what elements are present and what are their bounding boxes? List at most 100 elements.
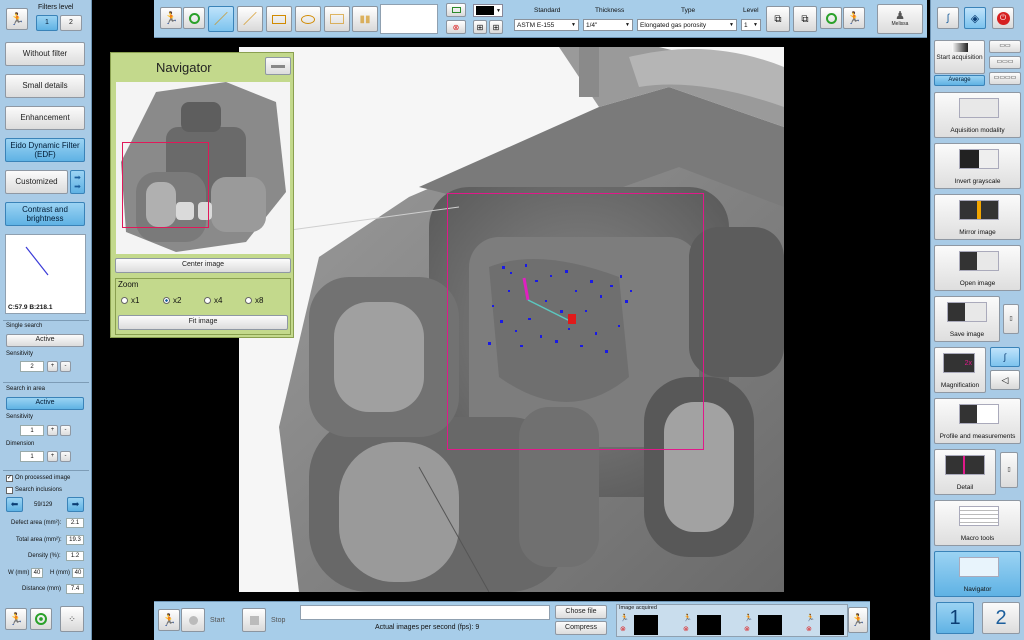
text-tool-button[interactable] bbox=[324, 6, 350, 32]
acquired-thumb-3[interactable] bbox=[758, 615, 782, 635]
edf-button[interactable]: Eido Dynamic Filter (EDF) bbox=[5, 138, 85, 162]
save-image-button[interactable]: Save image bbox=[934, 296, 1000, 342]
camera-button[interactable] bbox=[446, 3, 466, 17]
without-filter-button[interactable]: Without filter bbox=[5, 42, 85, 66]
target-button[interactable] bbox=[30, 608, 52, 630]
area-sensitivity-down-button[interactable]: - bbox=[60, 425, 71, 436]
profile-measurements-button[interactable]: Profile and measurements bbox=[934, 398, 1021, 444]
search-inclusions-checkbox[interactable] bbox=[6, 487, 13, 494]
navigator-button[interactable]: Navigator bbox=[934, 551, 1021, 597]
customized-button[interactable]: Customized bbox=[5, 170, 68, 194]
acq-mode-2-button[interactable]: ▭▭▭ bbox=[989, 56, 1021, 69]
customized-arrows-button[interactable]: ➡ ➡ bbox=[70, 170, 85, 194]
standard-select[interactable]: ASTM E-155 ▼ bbox=[514, 19, 579, 31]
zoom-x4-radio[interactable]: x4 bbox=[204, 296, 222, 305]
color-picker[interactable]: ▼ bbox=[473, 4, 503, 17]
dimension-up-button[interactable]: + bbox=[47, 451, 58, 462]
filter-level-1-button[interactable]: 1 bbox=[36, 15, 58, 31]
close-thumb-3-icon[interactable]: ⊗ bbox=[744, 625, 750, 633]
layout-button-1[interactable]: ⧉ bbox=[766, 6, 790, 32]
zoom-x2-radio[interactable]: x2 bbox=[163, 296, 181, 305]
contrast-curve-preview[interactable]: C:57.9 B:218.1 bbox=[5, 234, 86, 314]
acq-mode-1-button[interactable]: ▭▭ bbox=[989, 40, 1021, 53]
enhancement-button[interactable]: Enhancement bbox=[5, 106, 85, 130]
small-details-button[interactable]: Small details bbox=[5, 74, 85, 98]
run-right-button[interactable]: 🏃 bbox=[843, 7, 865, 29]
line2-tool-button[interactable]: ／ bbox=[237, 6, 263, 32]
contrast-brightness-button[interactable]: Contrast and brightness bbox=[5, 202, 85, 226]
area-sensitivity-up-button[interactable]: + bbox=[47, 425, 58, 436]
chose-file-button[interactable]: Chose file bbox=[555, 605, 607, 619]
settings-button[interactable]: ◈ bbox=[964, 7, 986, 29]
zoom-x1-radio[interactable]: x1 bbox=[121, 296, 139, 305]
user-button[interactable]: ♟ Melissa bbox=[877, 4, 923, 34]
on-processed-checkbox[interactable]: ✓ bbox=[6, 475, 13, 482]
navigator-viewport-rect[interactable] bbox=[122, 142, 209, 228]
single-search-active-button[interactable]: Active bbox=[6, 334, 84, 347]
single-sensitivity-down-button[interactable]: - bbox=[60, 361, 71, 372]
acquired-thumb-1[interactable] bbox=[634, 615, 658, 635]
single-sensitivity-value[interactable]: 2 bbox=[20, 361, 44, 372]
macro-tools-button[interactable]: Macro tools bbox=[934, 500, 1021, 546]
run-thumb-2-icon[interactable]: 🏃 bbox=[683, 614, 692, 622]
run-thumb-4-icon[interactable]: 🏃 bbox=[806, 614, 815, 622]
acq-mode-3-button[interactable]: ▭▭▭▭ bbox=[989, 72, 1021, 85]
close-thumb-2-icon[interactable]: ⊗ bbox=[683, 625, 689, 633]
curve-edit-button[interactable]: ∫ bbox=[937, 7, 959, 29]
dimension-down-button[interactable]: - bbox=[60, 451, 71, 462]
center-image-button[interactable]: Center image bbox=[115, 258, 291, 273]
page-2-button[interactable]: 2 bbox=[982, 602, 1020, 634]
run-thumb-1-icon[interactable]: 🏃 bbox=[620, 614, 629, 622]
invert-grayscale-button[interactable]: Invert grayscale bbox=[934, 143, 1021, 189]
magnification-curve-button[interactable]: ∫ bbox=[990, 347, 1020, 367]
record-button[interactable] bbox=[181, 608, 205, 632]
run-left-bottom-button[interactable]: 🏃 bbox=[5, 608, 27, 630]
run-bottom-right-button[interactable]: 🏃 bbox=[848, 607, 868, 633]
fit-image-button[interactable]: Fit image bbox=[118, 315, 288, 330]
navigator-thumbnail[interactable] bbox=[116, 82, 290, 254]
navigator-minimize-button[interactable] bbox=[265, 57, 291, 75]
thickness-select[interactable]: 1/4" ▼ bbox=[583, 19, 633, 31]
stop-button[interactable] bbox=[242, 608, 266, 632]
acquired-thumb-2[interactable] bbox=[697, 615, 721, 635]
mirror-image-button[interactable]: Mirror image bbox=[934, 194, 1021, 240]
filter-level-2-button[interactable]: 2 bbox=[60, 15, 82, 31]
acquired-thumb-4[interactable] bbox=[820, 615, 844, 635]
target-top-button[interactable] bbox=[183, 7, 205, 29]
run-thumb-3-icon[interactable]: 🏃 bbox=[744, 614, 753, 622]
average-button[interactable]: Average bbox=[934, 75, 985, 86]
ellipse-tool-button[interactable] bbox=[295, 6, 321, 32]
area-search-active-button[interactable]: Active bbox=[6, 397, 84, 410]
grid-large-button[interactable]: ⊞ bbox=[489, 20, 503, 34]
close-thumb-1-icon[interactable]: ⊗ bbox=[620, 625, 626, 633]
type-select[interactable]: Elongated gas porosity ▼ bbox=[637, 19, 737, 31]
open-image-button[interactable]: Open image bbox=[934, 245, 1021, 291]
magnification-cone-button[interactable]: ◁ bbox=[990, 370, 1020, 390]
single-sensitivity-up-button[interactable]: + bbox=[47, 361, 58, 372]
grid-small-button[interactable]: ⊞ bbox=[473, 20, 487, 34]
delete-capture-button[interactable]: ⊗ bbox=[446, 20, 466, 34]
save-options-button[interactable]: ▯ bbox=[1003, 304, 1019, 334]
magnification-button[interactable]: 2x Magnification bbox=[934, 347, 986, 393]
dimension-value[interactable]: 1 bbox=[20, 451, 44, 462]
line-tool-button[interactable]: ／ bbox=[208, 6, 234, 32]
start-acquisition-button[interactable]: Start acquisition bbox=[934, 40, 985, 74]
layout-button-2[interactable]: ⧉ bbox=[793, 6, 817, 32]
dots-button[interactable]: ⁘ bbox=[60, 606, 84, 632]
level-select[interactable]: 1 ▼ bbox=[741, 19, 761, 31]
previous-defect-button[interactable]: ⬅ bbox=[6, 497, 23, 512]
next-defect-button[interactable]: ➡ bbox=[67, 497, 84, 512]
acquisition-modality-button[interactable]: Aquisition modality bbox=[934, 92, 1021, 138]
page-1-button[interactable]: 1 bbox=[936, 602, 974, 634]
run-bottom-button[interactable]: 🏃 bbox=[158, 609, 180, 631]
chart-tool-button[interactable]: ▮▮ bbox=[352, 6, 378, 32]
run-top-button[interactable]: 🏃 bbox=[160, 7, 182, 29]
zoom-x8-radio[interactable]: x8 bbox=[245, 296, 263, 305]
detail-options-button[interactable]: ▯ bbox=[1000, 452, 1018, 488]
detail-button[interactable]: Detail bbox=[934, 449, 996, 495]
target-right-button[interactable] bbox=[820, 7, 842, 29]
power-button[interactable]: ⏻ bbox=[992, 7, 1014, 29]
run-left-top-button[interactable]: 🏃 bbox=[6, 8, 28, 30]
close-thumb-4-icon[interactable]: ⊗ bbox=[806, 625, 812, 633]
rect-tool-button[interactable] bbox=[266, 6, 292, 32]
